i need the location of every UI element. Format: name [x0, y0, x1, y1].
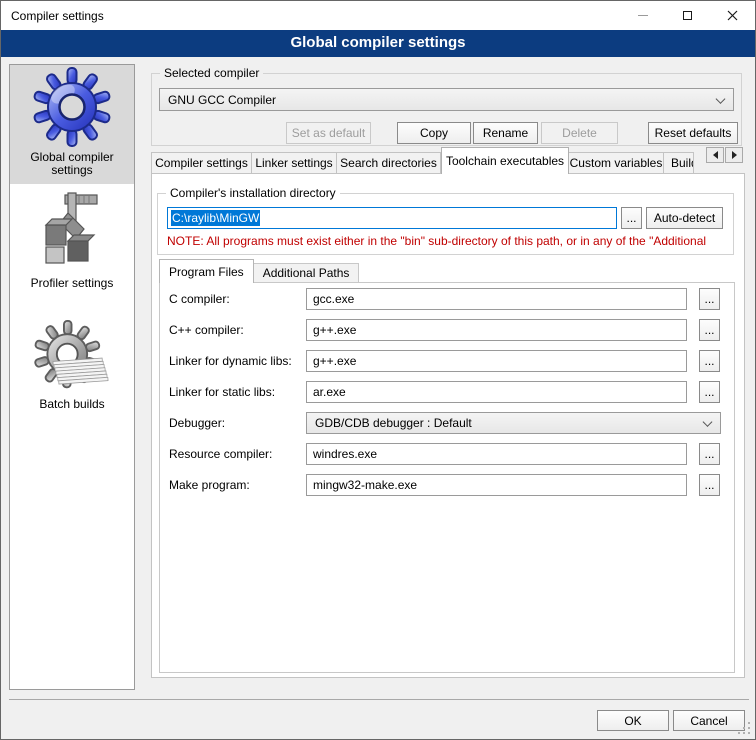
- minimize-button[interactable]: [620, 1, 665, 30]
- make-program-browse-button[interactable]: ...: [699, 474, 720, 496]
- sidebar-item-label: Global compiler settings: [30, 151, 113, 177]
- tab-scroll-left-button[interactable]: [706, 147, 724, 163]
- blue-gear-icon: [32, 67, 112, 147]
- ok-button[interactable]: OK: [597, 710, 669, 731]
- debugger-label: Debugger:: [169, 412, 303, 434]
- linker-dynamic-input[interactable]: [306, 350, 687, 372]
- linker-dynamic-browse-button[interactable]: ...: [699, 350, 720, 372]
- sidebar-item-label: Profiler settings: [31, 277, 114, 290]
- sidebar-item-profiler-settings[interactable]: Profiler settings: [10, 189, 134, 290]
- sidebar-item-batch-builds[interactable]: Batch builds: [10, 320, 134, 411]
- settings-tabstrip: Compiler settings Linker settings Search…: [151, 147, 694, 174]
- subtab-program-files[interactable]: Program Files: [159, 259, 254, 283]
- resource-compiler-label: Resource compiler:: [169, 443, 303, 465]
- debugger-select[interactable]: GDB/CDB debugger : Default: [306, 412, 721, 434]
- footer-divider: [9, 699, 749, 700]
- tab-linker-settings[interactable]: Linker settings: [252, 152, 337, 174]
- compiler-select[interactable]: GNU GCC Compiler: [159, 88, 734, 111]
- cpp-compiler-browse-button[interactable]: ...: [699, 319, 720, 341]
- compiler-settings-dialog: Compiler settings Global compiler settin…: [0, 0, 756, 740]
- left-arrow-icon: [713, 151, 718, 159]
- debugger-select-value: GDB/CDB debugger : Default: [315, 416, 472, 430]
- tab-scroll-right-button[interactable]: [725, 147, 743, 163]
- program-files-tabstrip: Program Files Additional Paths: [159, 259, 359, 283]
- c-compiler-label: C compiler:: [169, 288, 303, 310]
- tab-search-directories[interactable]: Search directories: [337, 152, 441, 174]
- compiler-select-value: GNU GCC Compiler: [168, 93, 276, 107]
- bin-subdirectory-note: NOTE: All programs must exist either in …: [167, 234, 728, 249]
- window-controls: [620, 1, 755, 30]
- window-title: Compiler settings: [1, 9, 104, 23]
- installation-directory-input[interactable]: C:\raylib\MinGW: [167, 207, 617, 229]
- chevron-down-icon: [716, 94, 726, 104]
- cpp-compiler-label: C++ compiler:: [169, 319, 303, 341]
- browse-directory-button[interactable]: ...: [621, 207, 642, 229]
- settings-category-list: Global compiler settings Profiler set: [9, 64, 135, 690]
- make-program-input[interactable]: [306, 474, 687, 496]
- group-label: Selected compiler: [160, 66, 263, 80]
- tab-custom-variables[interactable]: Custom variables: [569, 152, 664, 174]
- linker-dynamic-label: Linker for dynamic libs:: [169, 350, 303, 372]
- grey-gear-stack-icon: [34, 320, 110, 392]
- linker-static-label: Linker for static libs:: [169, 381, 303, 403]
- subtab-additional-paths[interactable]: Additional Paths: [254, 263, 360, 283]
- chevron-down-icon: [703, 417, 713, 427]
- copy-button[interactable]: Copy: [397, 122, 471, 144]
- close-button[interactable]: [710, 1, 755, 30]
- minimize-icon: [638, 15, 648, 16]
- titlebar: Compiler settings: [1, 1, 755, 30]
- resource-compiler-browse-button[interactable]: ...: [699, 443, 720, 465]
- auto-detect-button[interactable]: Auto-detect: [646, 207, 723, 229]
- sidebar-item-label: Batch builds: [39, 398, 104, 411]
- linker-static-input[interactable]: [306, 381, 687, 403]
- tab-build-options[interactable]: Build: [664, 152, 694, 174]
- reset-defaults-button[interactable]: Reset defaults: [648, 122, 738, 144]
- selected-path-text: C:\raylib\MinGW: [171, 210, 260, 226]
- close-icon: [727, 10, 738, 21]
- make-program-label: Make program:: [169, 474, 303, 496]
- tab-toolchain-executables[interactable]: Toolchain executables: [441, 147, 569, 174]
- maximize-icon: [683, 11, 692, 20]
- page-title: Global compiler settings: [1, 30, 755, 57]
- cancel-button[interactable]: Cancel: [673, 710, 745, 731]
- resource-compiler-input[interactable]: [306, 443, 687, 465]
- rename-button[interactable]: Rename: [473, 122, 538, 144]
- sidebar-item-global-compiler-settings[interactable]: Global compiler settings: [10, 65, 134, 184]
- profiler-caliper-icon: [32, 189, 112, 269]
- cpp-compiler-input[interactable]: [306, 319, 687, 341]
- maximize-button[interactable]: [665, 1, 710, 30]
- c-compiler-browse-button[interactable]: ...: [699, 288, 720, 310]
- right-arrow-icon: [732, 151, 737, 159]
- resize-grip[interactable]: [748, 732, 750, 734]
- tab-compiler-settings[interactable]: Compiler settings: [151, 152, 252, 174]
- delete-button[interactable]: Delete: [541, 122, 618, 144]
- group-label: Compiler's installation directory: [166, 186, 340, 200]
- set-as-default-button[interactable]: Set as default: [286, 122, 371, 144]
- linker-static-browse-button[interactable]: ...: [699, 381, 720, 403]
- c-compiler-input[interactable]: [306, 288, 687, 310]
